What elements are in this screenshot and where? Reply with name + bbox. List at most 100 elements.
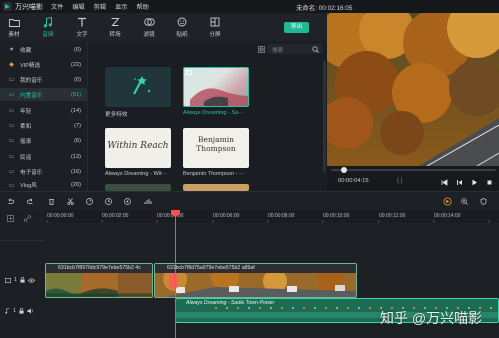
ruler-label: 00:00:10:00 [323,213,350,219]
timeline-ruler[interactable]: 00:00:00:00 00:00:02:00 00:00:04:00 00:0… [45,210,499,223]
preview-progress-handle[interactable] [341,167,347,173]
lock-icon[interactable] [20,277,25,283]
sidebar-item-favorites[interactable]: ♥ 收藏 (0) [0,43,87,56]
ruler-label: 00:00:14:00 [434,213,461,219]
shield-icon[interactable] [480,198,487,205]
video-track-header: 1 [5,277,36,283]
stop-icon[interactable] [486,179,493,186]
audio-track-number: 1 [13,308,17,314]
folder-icon: ▭ [8,108,15,114]
tab-label: 素材 [8,32,20,38]
search-input[interactable]: 搜索 [267,44,323,54]
tab-label: 滤镜 [143,32,155,38]
mark-in-out-brackets[interactable]: { } [397,178,403,184]
menu-help[interactable]: 帮助 [137,2,149,11]
speed-icon[interactable] [86,198,93,205]
search-placeholder: 搜索 [272,47,284,54]
ruler-label: 00:00:08:00 [268,213,295,219]
media-scrollbar[interactable] [323,61,326,173]
clip-label: 631bcb7f8d75a979e7ebe575b2 a89af [167,265,255,271]
sidebar-item-young[interactable]: ▭ 年轻 (14) [0,104,87,117]
next-row-thumbnail[interactable] [183,184,249,191]
play-icon[interactable] [471,179,478,186]
menu-file[interactable]: 文件 [51,2,63,11]
playhead[interactable] [175,212,176,338]
step-back-icon[interactable] [456,179,463,186]
video-track-icon [5,277,11,283]
app-name: 万兴喵影 [15,3,43,11]
sidebar-item-label: 内置音乐 [20,92,43,99]
preview-progress-bar[interactable] [331,169,496,171]
lock-icon[interactable] [19,308,24,314]
sidebar-item-vlog[interactable]: ▭ Vlog风 (20) [0,180,87,190]
add-track-icon[interactable] [7,215,14,222]
grid-view-icon[interactable] [258,46,265,53]
tab-media[interactable]: 素材 [0,15,28,38]
eye-icon[interactable] [28,277,36,283]
tab-label: 贴纸 [176,32,188,38]
audio-levels-icon[interactable] [144,198,152,205]
music-note-icon [5,308,10,314]
sidebar-item-my-music[interactable]: ▭ 我的音乐 (0) [0,73,87,86]
more-effects-thumbnail[interactable] [105,67,171,107]
folder-icon: ▭ [8,138,15,144]
tab-text[interactable]: 文字 [68,15,96,38]
clip-label: 631bcb7f8970dc979e7ebe575b2 4c [58,265,141,271]
benjamin-thompson-thumbnail[interactable]: Benjamin Thompson [183,128,249,168]
sidebar-item-folk[interactable]: ▭ 民谣 (13) [0,150,87,163]
always-dreaming-sa-thumbnail[interactable] [183,67,249,107]
audio-media-panel: 搜索 更多特效 Always Dreaming - Sa··· Within R… [88,41,327,191]
delete-icon[interactable] [48,198,55,205]
cover-art [184,68,248,106]
sidebar-item-count: (0) [74,46,81,53]
undo-icon[interactable] [7,198,14,205]
menu-edit[interactable]: 编辑 [72,2,84,11]
sidebar-item-soft[interactable]: ▭ 柔和 (7) [0,119,87,132]
always-dreaming-wit-thumbnail[interactable]: Within Reach [105,128,171,168]
tab-split-screen[interactable]: 分屏 [201,15,229,38]
link-icon[interactable] [24,215,31,222]
folder-icon: ▭ [8,92,15,98]
watermark: 知乎 @万兴喵影 [380,310,483,326]
transition-icon [101,15,129,29]
tab-filter[interactable]: 滤镜 [135,15,163,38]
ruler-label: 00:00:00:00 [47,213,74,219]
color-icon[interactable] [124,198,131,205]
clip-thumbnails [155,273,356,297]
timer-icon[interactable] [105,198,112,205]
next-row-thumbnail[interactable] [105,184,171,191]
export-button[interactable]: 导出 [284,22,309,33]
sidebar-item-label: Vlog风 [20,183,37,189]
sidebar-item-count: (6) [74,137,81,144]
resource-toolbar: 素材 音频 文字 转场 滤镜 贴纸 分屏 导出 [0,13,327,41]
sidebar-item-rock[interactable]: ▭ 摇滚 (6) [0,134,87,147]
ruler-label: 00:00:02:00 [102,213,129,219]
tab-transition[interactable]: 转场 [101,15,129,38]
video-clip[interactable]: 631bcb7f8d75a979e7ebe575b2 a89af [154,263,357,298]
timeline-toolbar [0,191,499,210]
folder-icon: ▭ [8,169,15,175]
render-icon[interactable] [443,197,454,206]
redo-icon[interactable] [27,198,34,205]
split-icon[interactable] [67,198,74,205]
text-icon [68,15,96,29]
sidebar-item-electronic[interactable]: ▭ 电子音乐 (16) [0,165,87,178]
sidebar-item-count: (20) [71,182,81,188]
tab-sticker[interactable]: 贴纸 [168,15,196,38]
tab-audio[interactable]: 音频 [34,15,62,38]
sidebar-item-label: VIP精选 [20,62,41,69]
sidebar-item-vip[interactable]: ◆ VIP精选 (22) [0,58,87,71]
folder-icon [0,15,28,29]
preview-panel: 00:00:04:15 { } [327,13,499,191]
menu-clip[interactable]: 剪辑 [94,2,106,11]
skip-back-icon[interactable] [441,178,448,186]
search-icon [312,46,319,53]
video-clip[interactable]: 631bcb7f8970dc979e7ebe575b2 4c [45,263,153,298]
sidebar-item-count: (13) [71,153,81,160]
speaker-icon[interactable] [27,308,34,314]
sidebar-item-count: (61) [71,91,81,98]
menu-view[interactable]: 显示 [115,2,127,11]
sidebar-item-builtin-music[interactable]: ▭ 内置音乐 (61) [0,88,87,101]
transition-marker[interactable] [169,273,178,289]
zoom-in-icon[interactable] [461,198,468,205]
